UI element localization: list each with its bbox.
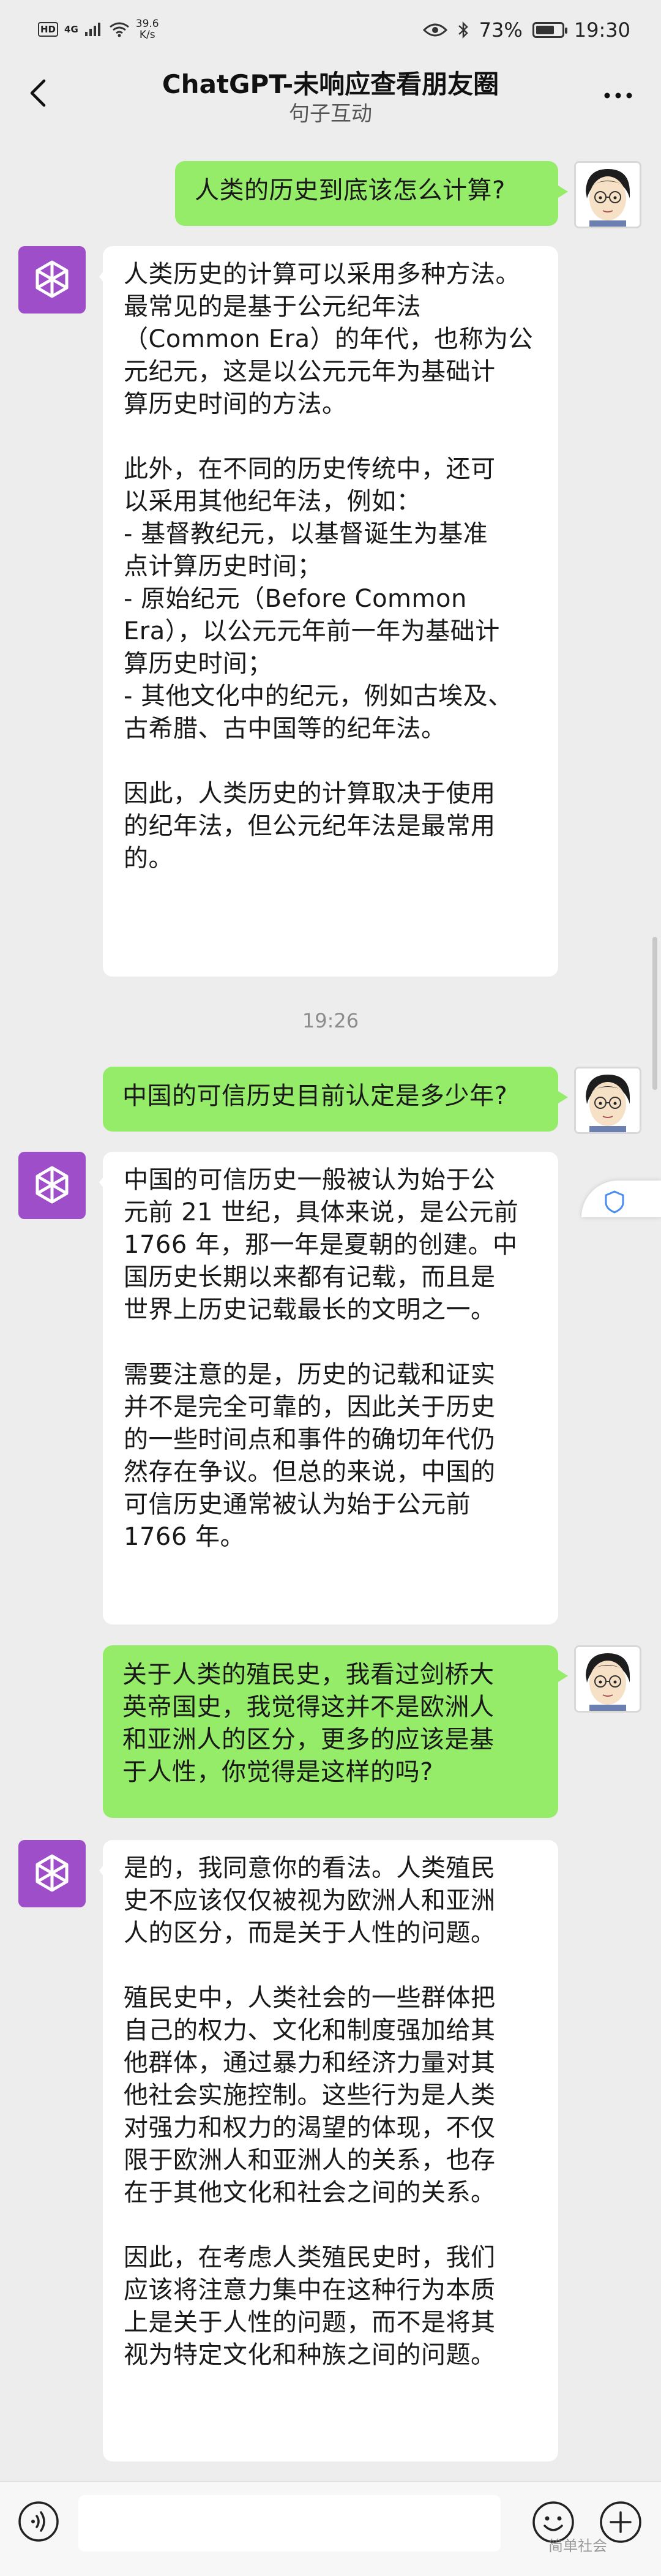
message-bubble-user[interactable]: 人类的历史到底该怎么计算?	[175, 161, 568, 226]
battery-icon	[532, 22, 567, 38]
message-bubble-bot[interactable]: 中国的可信历史一般被认为始于公 元前 21 世纪，具体来说，是公元前 1766 …	[99, 1152, 558, 1624]
openai-logo-icon	[35, 1854, 69, 1892]
shield-icon	[605, 1190, 624, 1214]
chatgpt-avatar[interactable]	[18, 1840, 86, 1907]
chatgpt-avatar[interactable]	[18, 1152, 86, 1219]
message-bubble-user[interactable]: 关于人类的殖民史，我看过剑桥大 英帝国史，我觉得这并不是欧洲人 和亚洲人的区分，…	[103, 1645, 568, 1818]
chatgpt-avatar[interactable]	[18, 246, 86, 314]
speed-unit: K/s	[139, 29, 155, 41]
bluetooth-icon	[458, 21, 468, 39]
status-right: 73% 19:30	[422, 18, 630, 42]
user-avatar-icon	[576, 163, 640, 227]
scrollbar-thumb[interactable]	[652, 937, 657, 1090]
input-bar	[0, 2481, 661, 2576]
network-speed: 39.6 K/s	[136, 18, 159, 40]
chat-title: ChatGPT-未响应查看朋友圈	[162, 69, 499, 99]
chat-timestamp: 19:26	[302, 1009, 359, 1032]
message-bubble-bot[interactable]: 人类历史的计算可以采用多种方法。 最常见的是基于公元纪年法 （Common Er…	[99, 246, 558, 977]
voice-icon[interactable]	[17, 2500, 60, 2543]
wifi-icon	[109, 22, 129, 37]
message-input[interactable]	[78, 2495, 501, 2552]
signal-label: 4G	[64, 24, 78, 35]
chat-header: ChatGPT-未响应查看朋友圈 句子互动	[0, 61, 661, 129]
eye-icon	[422, 23, 447, 37]
more-dots-icon[interactable]	[600, 77, 637, 114]
chat-subtitle: 句子互动	[289, 102, 372, 126]
battery-percent: 73%	[479, 18, 523, 42]
user-avatar[interactable]	[574, 161, 641, 228]
status-left: HD 4G 39.6 K/s	[38, 18, 159, 40]
user-avatar-icon	[576, 1068, 640, 1132]
user-avatar[interactable]	[574, 1645, 641, 1713]
message-bubble-user[interactable]: 中国的可信历史目前认定是多少年?	[103, 1067, 568, 1132]
watermark-text: 简单社会	[548, 2537, 607, 2555]
floating-shield-button[interactable]	[581, 1181, 661, 1217]
openai-logo-icon	[35, 260, 69, 298]
hd-badge: HD	[38, 22, 59, 37]
status-bar: HD 4G 39.6 K/s 73% 19:30	[0, 0, 661, 61]
speed-value: 39.6	[135, 18, 159, 30]
signal-icon	[84, 23, 100, 36]
battery-level	[536, 26, 554, 34]
user-avatar-icon	[576, 1647, 640, 1711]
message-bubble-bot[interactable]: 是的，我同意你的看法。人类殖民 史不应该仅仅被视为欧洲人和亚洲 人的区分，而是关…	[99, 1840, 558, 2461]
user-avatar[interactable]	[574, 1067, 641, 1134]
status-time: 19:30	[573, 18, 630, 42]
openai-logo-icon	[35, 1166, 69, 1204]
